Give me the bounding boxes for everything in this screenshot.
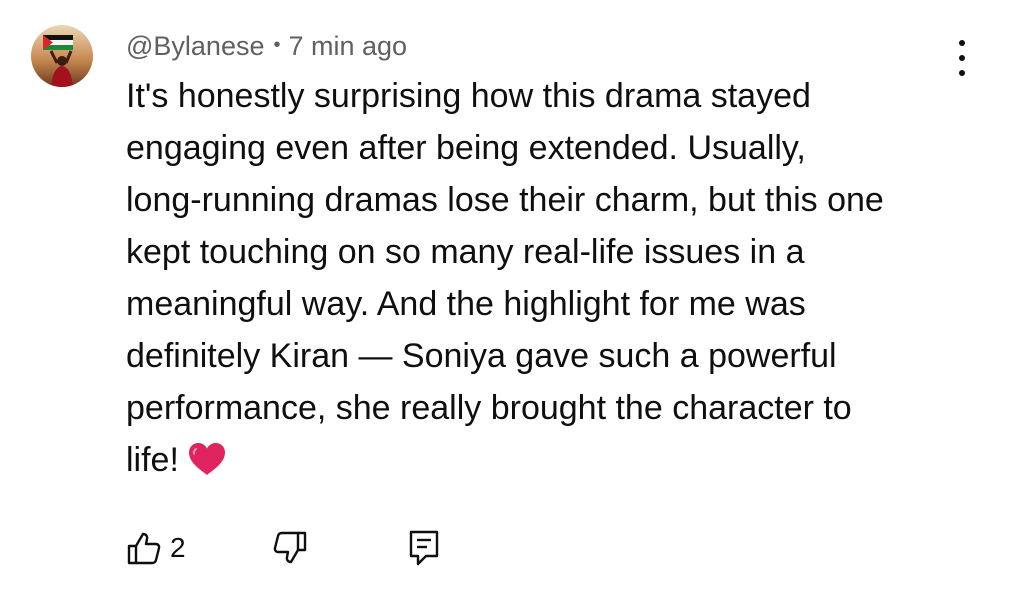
more-options-button[interactable]	[944, 38, 980, 78]
avatar[interactable]	[31, 25, 93, 87]
comment-line: life!	[126, 441, 179, 479]
comment-line: meaningful way. And the highlight for me…	[126, 285, 806, 323]
comment-line: definitely Kiran — Soniya gave such a po…	[126, 337, 837, 375]
thumbs-down-icon	[273, 531, 307, 564]
comment-line: engaging even after being extended. Usua…	[126, 129, 806, 167]
comment-timestamp[interactable]: 7 min ago	[289, 28, 408, 64]
comment-line: long-running dramas lose their charm, bu…	[126, 181, 884, 219]
dislike-button[interactable]	[272, 526, 308, 570]
comment-line: It's honestly surprising how this drama …	[126, 77, 811, 115]
comment-card: @Bylanese • 7 min ago It's honestly surp…	[0, 0, 1024, 613]
avatar-image	[31, 25, 93, 87]
more-vertical-icon-dot	[959, 55, 965, 61]
comment-line: kept touching on so many real-life issue…	[126, 233, 805, 271]
like-button[interactable]: 2	[126, 526, 186, 570]
reply-comment-icon	[409, 530, 439, 566]
thumbs-up-icon	[127, 532, 161, 565]
more-vertical-icon-dot	[959, 70, 965, 76]
comment-content: @Bylanese • 7 min ago It's honestly surp…	[126, 28, 946, 486]
like-count: 2	[170, 532, 186, 563]
reply-button[interactable]	[406, 526, 442, 570]
author-name[interactable]: @Bylanese	[126, 28, 264, 64]
comment-last-line: life!	[126, 434, 946, 486]
comment-line: performance, she really brought the char…	[126, 389, 852, 427]
more-vertical-icon-dot	[959, 40, 965, 46]
red-heart-icon	[187, 440, 227, 476]
meta-separator: •	[273, 34, 281, 56]
comment-header: @Bylanese • 7 min ago	[126, 28, 946, 64]
comment-text: It's honestly surprising how this drama …	[126, 70, 946, 486]
